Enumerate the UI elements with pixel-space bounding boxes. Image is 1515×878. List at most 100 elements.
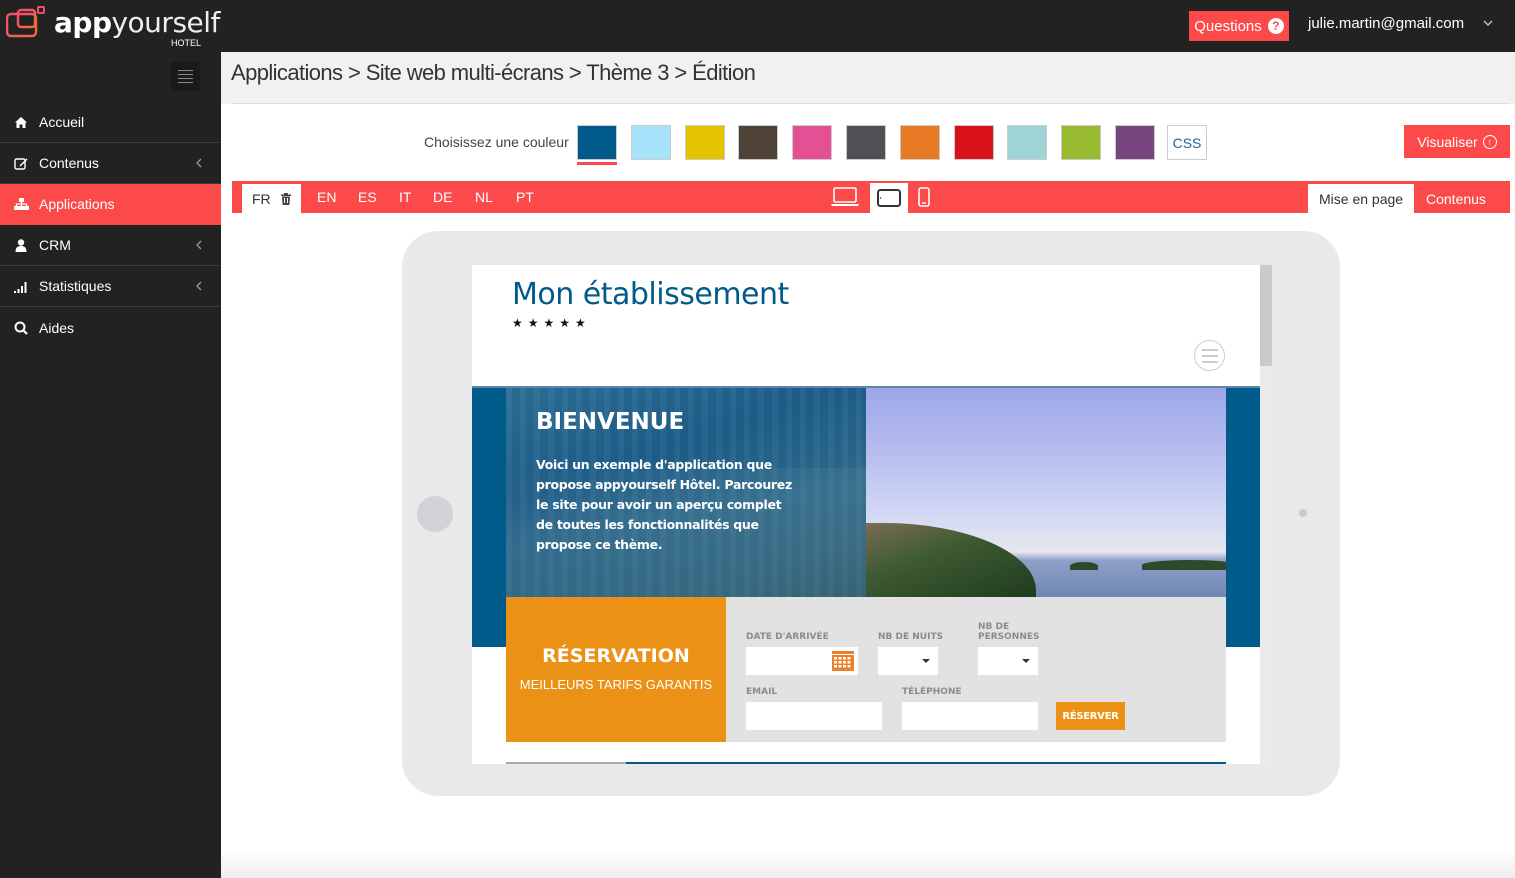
user-icon <box>13 237 29 253</box>
chevron-down-icon[interactable] <box>1483 18 1493 28</box>
chevron-left-icon <box>196 281 202 291</box>
sidebar-item-label: Statistiques <box>39 278 112 294</box>
selected-swatch-indicator <box>577 162 617 165</box>
color-swatch[interactable] <box>1115 125 1155 160</box>
reservation-title: RÉSERVATION <box>542 645 690 667</box>
arrow-up-circle-icon: ↑ <box>1482 134 1497 149</box>
date-input[interactable] <box>746 647 858 675</box>
reservation-form: DATE D'ARRIVÉE NB DE NUITS NB DE PERSONN… <box>726 597 1226 742</box>
mobile-icon <box>918 187 930 207</box>
persons-label: NB DE PERSONNES <box>978 622 1040 642</box>
color-swatch[interactable] <box>792 125 832 160</box>
sidebar-item-label: Aides <box>39 319 75 336</box>
chevron-left-icon <box>196 158 202 168</box>
hero-image-sea <box>866 388 1226 598</box>
lang-tab-nl[interactable]: NL <box>475 181 493 213</box>
color-swatch[interactable] <box>846 125 886 160</box>
lang-label: FR <box>252 190 271 207</box>
color-swatch[interactable] <box>1061 125 1101 160</box>
calendar-icon[interactable] <box>832 651 854 671</box>
logo-icon <box>6 6 45 38</box>
sidebar-item-label: Contenus <box>39 155 99 171</box>
tab-mise-en-page[interactable]: Mise en page <box>1308 184 1415 213</box>
tablet-preview-button[interactable] <box>870 183 908 213</box>
nights-label: NB DE NUITS <box>878 632 944 642</box>
sidebar-item-aides[interactable]: Aides <box>0 307 221 348</box>
color-swatch[interactable] <box>631 125 671 160</box>
sidebar-item-accueil[interactable]: Accueil <box>0 102 221 143</box>
page-bottom-fade <box>221 850 1515 878</box>
lang-tab-pt[interactable]: PT <box>516 181 534 213</box>
sidebar-item-applications[interactable]: Applications <box>0 184 221 225</box>
css-button[interactable]: CSS <box>1167 125 1207 160</box>
editor-toolbar: FR EN ES IT DE NL PT Mise en page Conten… <box>232 181 1510 213</box>
lang-tab-fr[interactable]: FR <box>242 184 301 213</box>
site-title: Mon établissement <box>512 277 789 312</box>
preview-scrollbar[interactable] <box>1260 265 1272 764</box>
edit-icon <box>13 155 29 171</box>
phone-input[interactable] <box>902 702 1038 730</box>
sidebar-item-crm[interactable]: CRM <box>0 225 221 266</box>
color-swatch[interactable] <box>1007 125 1047 160</box>
hero-title: BIENVENUE <box>536 409 685 435</box>
sidebar-item-label: Accueil <box>39 114 85 130</box>
visualiser-label: Visualiser <box>1417 133 1478 150</box>
sidebar-item-statistiques[interactable]: Statistiques <box>0 266 221 307</box>
next-section-edge-image <box>506 762 626 764</box>
question-circle-icon: ? <box>1267 18 1284 34</box>
email-label: EMAIL <box>746 687 778 697</box>
desktop-icon <box>831 187 859 206</box>
reserver-button[interactable]: RÉSERVER <box>1056 702 1125 730</box>
sitemap-icon <box>13 196 29 212</box>
lang-tab-en[interactable]: EN <box>317 181 336 213</box>
trash-icon[interactable] <box>280 192 291 205</box>
tablet-home-button <box>417 496 453 532</box>
site-preview[interactable]: Mon établissement ★★★★★ BIENVENUE Voici … <box>472 265 1260 764</box>
sidebar-nav: Accueil Contenus Applications CRM Statis… <box>0 102 221 348</box>
desktop-preview-button[interactable] <box>826 181 864 213</box>
reservation-subtitle: MEILLEURS TARIFS GARANTIS <box>519 677 713 692</box>
persons-select[interactable] <box>978 647 1038 675</box>
reservation-banner: RÉSERVATION MEILLEURS TARIFS GARANTIS <box>506 597 726 742</box>
hamburger-menu-icon[interactable] <box>1194 340 1225 371</box>
chevron-left-icon <box>196 240 202 250</box>
sidebar-item-label: CRM <box>39 237 71 253</box>
tablet-icon <box>877 189 901 207</box>
sidebar-item-contenus[interactable]: Contenus <box>0 143 221 184</box>
tablet-camera <box>1299 509 1307 517</box>
mobile-preview-button[interactable] <box>912 181 936 213</box>
sidebar: Accueil Contenus Applications CRM Statis… <box>0 52 221 878</box>
date-label: DATE D'ARRIVÉE <box>746 632 829 642</box>
breadcrumb: Applications > Site web multi-écrans > T… <box>231 60 756 85</box>
lang-tab-it[interactable]: IT <box>399 181 411 213</box>
search-icon <box>13 320 29 336</box>
sidebar-item-label: Applications <box>39 196 115 212</box>
color-swatch[interactable] <box>685 125 725 160</box>
signal-icon <box>13 278 29 294</box>
email-input[interactable] <box>746 702 882 730</box>
tab-contenus[interactable]: Contenus <box>1415 184 1497 213</box>
preview-scroll-thumb[interactable] <box>1260 265 1272 366</box>
nights-select[interactable] <box>878 647 938 675</box>
color-picker-label: Choisissez une couleur <box>424 134 569 150</box>
hero-text: Voici un exemple d'application que propo… <box>536 457 792 552</box>
top-bar: appyourself HOTEL Questions ? julie.mart… <box>0 0 1515 52</box>
color-swatch[interactable] <box>954 125 994 160</box>
home-icon <box>13 114 29 130</box>
lang-tab-de[interactable]: DE <box>433 181 452 213</box>
sidebar-toggle-button[interactable] <box>171 62 200 91</box>
visualiser-button[interactable]: Visualiser ↑ <box>1404 125 1510 158</box>
divider <box>232 103 1510 104</box>
logo[interactable]: appyourself HOTEL <box>6 4 220 48</box>
lang-tab-es[interactable]: ES <box>358 181 377 213</box>
questions-label: Questions <box>1194 17 1262 35</box>
star-rating: ★★★★★ <box>512 316 591 330</box>
color-swatch[interactable] <box>738 125 778 160</box>
breadcrumb-bar: Applications > Site web multi-écrans > T… <box>221 52 1515 104</box>
logo-text: appyourself <box>54 6 220 39</box>
color-swatch[interactable] <box>900 125 940 160</box>
color-swatch[interactable] <box>577 125 617 160</box>
questions-button[interactable]: Questions ? <box>1189 11 1289 41</box>
caret-down-icon <box>1022 659 1030 663</box>
user-email[interactable]: julie.martin@gmail.com <box>1308 15 1464 32</box>
